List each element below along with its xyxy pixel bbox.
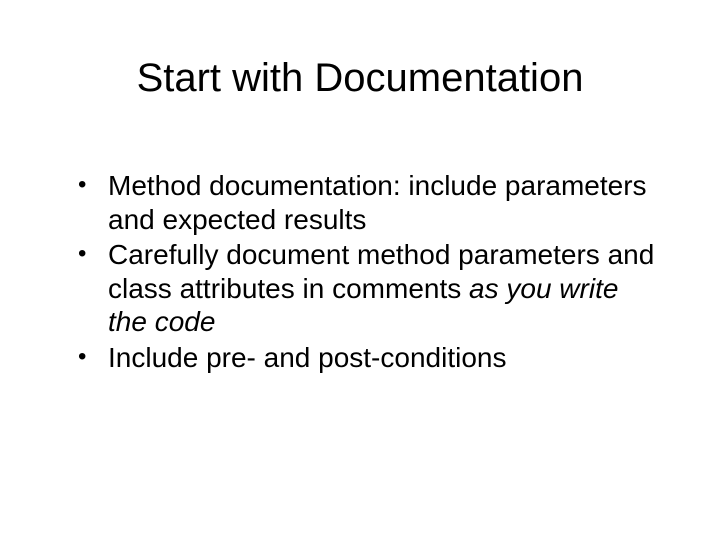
slide: Start with Documentation Method document… [0,0,720,540]
bullet-text: Method documentation: include parameters… [108,170,647,235]
list-item: Method documentation: include parameters… [78,169,660,236]
bullet-list: Method documentation: include parameters… [60,169,660,375]
list-item: Carefully document method parameters and… [78,238,660,339]
bullet-text: Include pre- and post-conditions [108,342,506,373]
slide-title: Start with Documentation [60,56,660,101]
list-item: Include pre- and post-conditions [78,341,660,375]
